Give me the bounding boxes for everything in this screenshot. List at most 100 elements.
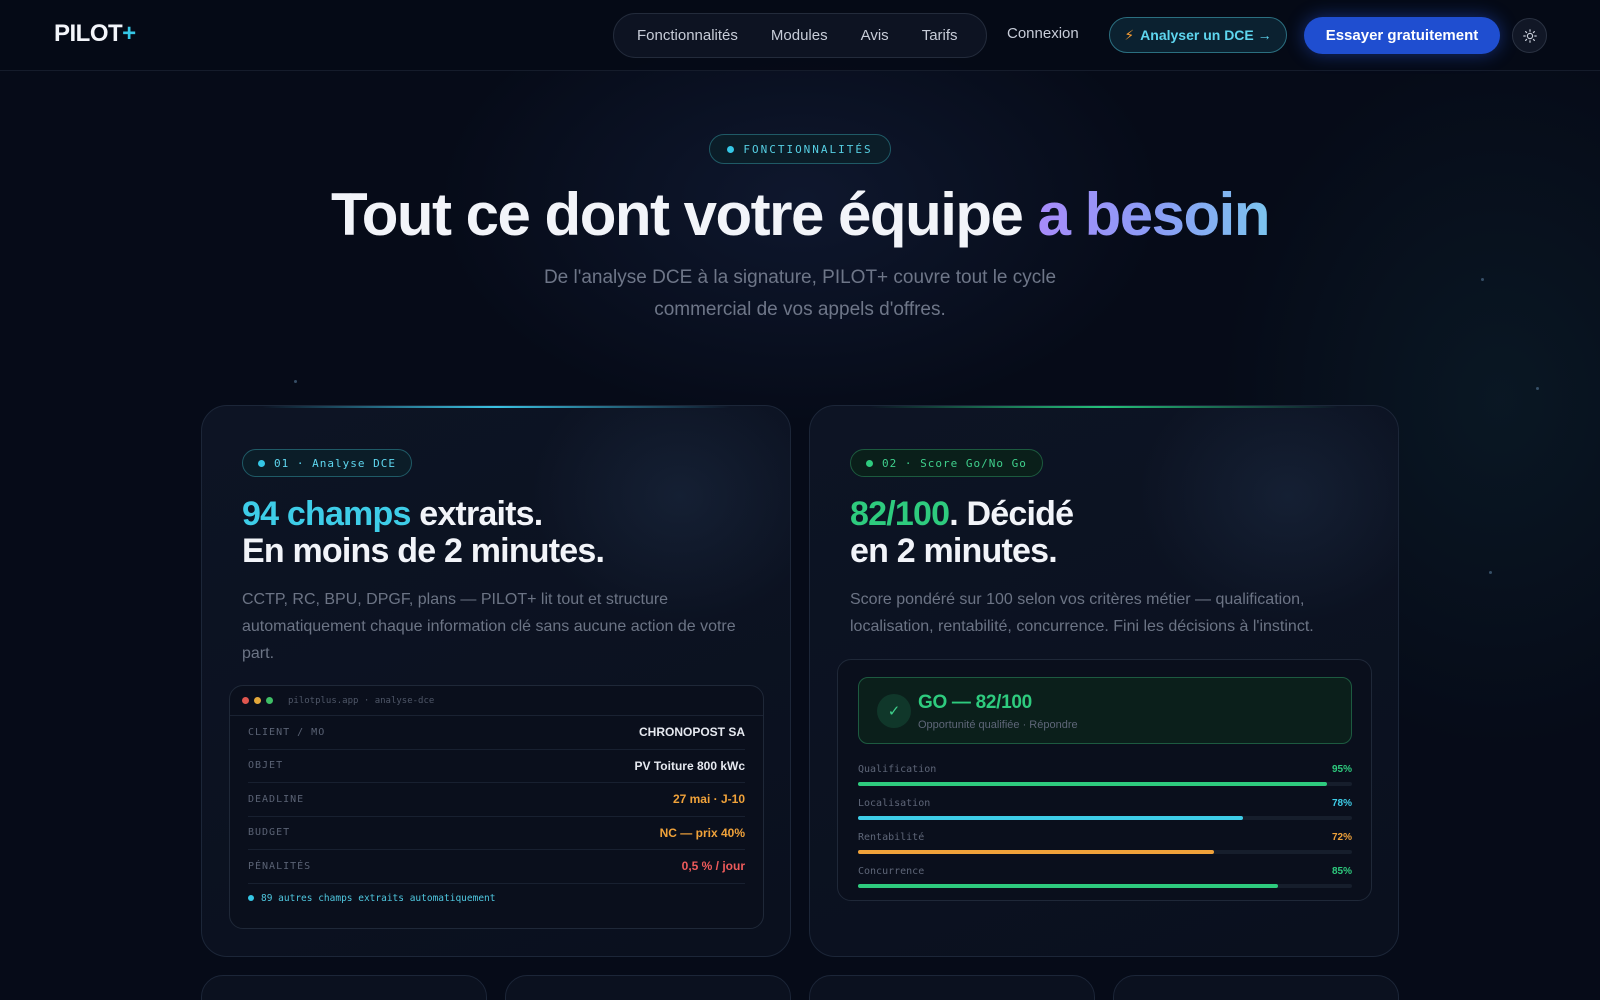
metric-progress-track [858, 884, 1352, 888]
metric-value: 78% [1331, 797, 1352, 809]
card-description: Score pondéré sur 100 selon vos critères… [850, 591, 1314, 635]
metric-progress-fill [858, 884, 1278, 888]
field-row: DEADLINE 27 mai · J-10 [248, 783, 745, 817]
nav-link-avis[interactable]: Avis [861, 27, 889, 44]
feature-card-preview [505, 975, 791, 1000]
metric-header: Concurrence 85% [858, 862, 1352, 880]
background-star [1481, 278, 1484, 281]
feature-card-preview [809, 975, 1095, 1000]
go-score-subtitle: Opportunité qualifiée · Répondre [918, 719, 1078, 731]
try-free-button[interactable]: Essayer gratuitement [1304, 17, 1500, 54]
window-maximize-dot [266, 697, 273, 704]
field-key: CLIENT / MO [248, 726, 326, 738]
metric-progress-fill [858, 850, 1214, 854]
extracted-fields-list: CLIENT / MO CHRONOPOST SA OBJET PV Toiture … [230, 716, 763, 884]
section-badge: FONCTIONNALITÉS [709, 134, 891, 164]
nav-link-fonctionnalites[interactable]: Fonctionnalités [637, 27, 738, 44]
field-value: 27 mai · J-10 [672, 792, 745, 807]
field-value: CHRONOPOST SA [638, 725, 745, 740]
feature-card-analyse-dce: 01 · Analyse DCE 94 champs extraits. En m… [201, 405, 791, 957]
card-title-highlight: 94 champs [242, 495, 411, 533]
card-tag-label: 02 · Score Go/No Go [882, 456, 1027, 470]
card-tag: 02 · Score Go/No Go [850, 449, 1043, 477]
metric-header: Localisation 78% [858, 794, 1352, 812]
field-row: CLIENT / MO CHRONOPOST SA [248, 716, 745, 750]
card-title: 94 champs extraits. En moins de 2 minutes… [242, 496, 762, 570]
metric-label: Qualification [858, 763, 937, 775]
analyse-dce-button[interactable]: ⚡ Analyser un DCE → [1109, 17, 1287, 53]
field-key: BUDGET [248, 827, 291, 839]
badge-dot [727, 145, 735, 153]
score-metrics: Qualification 95% Localisation 78% Rentabili… [858, 760, 1352, 896]
nav-menu: Fonctionnalités Modules Avis Tarifs [613, 13, 987, 58]
brand-name: PILOT [54, 20, 123, 47]
go-score-title: GO — 82/100 [918, 692, 1032, 713]
feature-card-score-go-no-go: 02 · Score Go/No Go 82/100. Décidé en 2 m… [809, 405, 1399, 957]
field-key: PÉNALITÉS [248, 860, 312, 872]
nav-link-modules[interactable]: Modules [771, 27, 828, 44]
metric-value: 95% [1331, 763, 1352, 775]
background-star [1489, 571, 1492, 574]
footer-dot [248, 895, 254, 901]
feature-card-preview [201, 975, 487, 1000]
card-title-line2: en 2 minutes. [850, 532, 1058, 570]
field-key: DEADLINE [248, 793, 305, 805]
feature-card-preview [1113, 975, 1399, 1000]
field-value: PV Toiture 800 kWc [634, 758, 745, 773]
brand-logo[interactable]: PILOT+ [54, 20, 136, 48]
score-metric: Concurrence 85% [858, 862, 1352, 896]
score-panel: ✓ GO — 82/100 Opportunité qualifiée · Ré… [837, 659, 1372, 901]
window-close-dot [242, 697, 249, 704]
window-footer-text: 89 autres champs extraits automatiquemen… [261, 892, 496, 904]
go-decision-box: ✓ GO — 82/100 Opportunité qualifiée · Ré… [858, 677, 1352, 744]
analyse-window: pilotplus.app · analyse-dce CLIENT / MO C… [229, 685, 764, 929]
sun-icon [1522, 28, 1537, 43]
card-title-rest: . Décidé [949, 495, 1074, 533]
score-metric: Rentabilité 72% [858, 828, 1352, 862]
metric-label: Localisation [858, 797, 931, 809]
metric-header: Rentabilité 72% [858, 828, 1352, 846]
hero-title: Tout ce dont votre équipe a besoin [0, 180, 1600, 249]
field-value: NC — prix 40% [659, 825, 745, 840]
nav-link-tarifs[interactable]: Tarifs [922, 27, 958, 44]
metric-label: Rentabilité [858, 831, 925, 843]
metric-progress-track [858, 816, 1352, 820]
tag-dot [258, 459, 265, 467]
metric-progress-track [858, 850, 1352, 854]
field-key: OBJET [248, 760, 284, 772]
metric-progress-track [858, 782, 1352, 786]
metric-header: Qualification 95% [858, 760, 1352, 778]
metric-value: 85% [1331, 865, 1352, 877]
hero-title-accent: a besoin [1037, 181, 1271, 248]
card-tag-label: 01 · Analyse DCE [274, 456, 396, 470]
lightning-icon: ⚡ [1124, 26, 1135, 43]
field-row: BUDGET NC — prix 40% [248, 817, 745, 850]
score-metric: Localisation 78% [858, 794, 1352, 828]
background-star [1536, 387, 1539, 390]
card-description: CCTP, RC, BPU, DPGF, plans — PILOT+ lit … [242, 591, 736, 662]
window-url: pilotplus.app · analyse-dce [288, 695, 435, 706]
hero-subtitle: De l'analyse DCE à la signature, PILOT+ … [543, 267, 1057, 320]
field-row: OBJET PV Toiture 800 kWc [248, 750, 745, 783]
field-row: PÉNALITÉS 0,5 % / jour [248, 850, 745, 884]
window-footer: 89 autres champs extraits automatiquemen… [230, 884, 763, 904]
hero-title-main: Tout ce dont votre équipe [331, 181, 1038, 248]
window-minimize-dot [254, 697, 261, 704]
card-title-line2: En moins de 2 minutes. [242, 532, 605, 570]
login-link[interactable]: Connexion [1007, 25, 1079, 42]
metric-progress-fill [858, 782, 1328, 786]
top-nav: PILOT+ Fonctionnalités Modules Avis Tari… [0, 0, 1600, 71]
card-tag: 01 · Analyse DCE [242, 449, 412, 477]
metric-label: Concurrence [858, 865, 925, 877]
score-metric: Qualification 95% [858, 760, 1352, 794]
theme-toggle-button[interactable] [1512, 18, 1547, 53]
card-title-rest: extraits. [410, 495, 543, 533]
analyse-dce-label: Analyser un DCE → [1140, 27, 1272, 43]
field-value: 0,5 % / jour [681, 859, 745, 874]
card-title-highlight: 82/100 [850, 495, 950, 533]
brand-plus: + [122, 20, 136, 47]
background-star [294, 380, 297, 383]
section-badge-label: FONCTIONNALITÉS [743, 142, 873, 156]
metric-progress-fill [858, 816, 1244, 820]
tag-dot [866, 459, 873, 467]
